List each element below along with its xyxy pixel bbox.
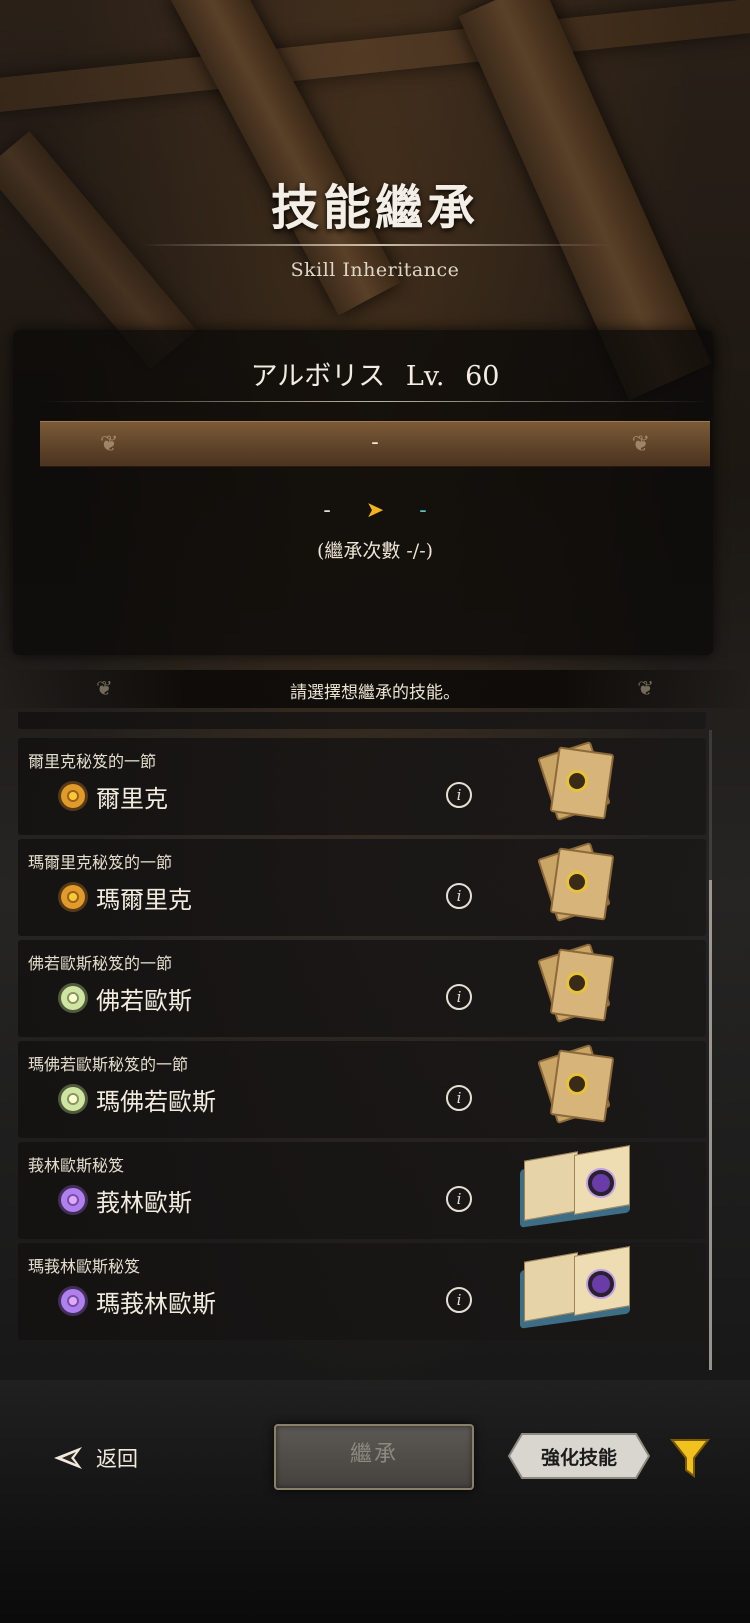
item-name: 瑪爾里克秘笈的一節 (28, 853, 173, 872)
item-name: 瑪佛若歐斯秘笈的一節 (28, 1055, 189, 1074)
back-arrow-icon (52, 1445, 86, 1471)
list-item[interactable]: 瑪莪林歐斯秘笈瑪莪林歐斯 i (18, 1243, 706, 1340)
panel-divider (40, 401, 710, 402)
info-icon[interactable]: i (446, 883, 472, 909)
list-item[interactable]: 瑪佛若歐斯秘笈的一節瑪佛若歐斯 i (18, 1041, 706, 1138)
skill-name: 爾里克 (96, 785, 168, 813)
arrow-right-icon: ➤ (365, 498, 385, 523)
background-beam (0, 0, 750, 116)
inherit-label: 繼承 (349, 1442, 398, 1467)
skill-list[interactable]: 爾里克秘笈的一節爾里克 i 瑪爾里克秘笈的一節瑪爾里克 i 佛若歐斯秘笈的一節佛若歐斯 i… (18, 712, 706, 1384)
info-icon[interactable]: i (446, 1287, 472, 1313)
back-label: 返回 (96, 1447, 138, 1471)
list-item[interactable]: 佛若歐斯秘笈的一節佛若歐斯 i (18, 940, 706, 1037)
skill-name: 瑪佛若歐斯 (96, 1088, 216, 1116)
skill-page-icon (537, 1043, 615, 1125)
list-item-partial[interactable] (18, 712, 706, 729)
list-item[interactable]: 瑪爾里克秘笈的一節瑪爾里克 i (18, 839, 706, 936)
list-item[interactable]: 爾里克秘笈的一節爾里克 i (18, 738, 706, 835)
background-floor (0, 1380, 750, 1623)
info-icon[interactable]: i (446, 782, 472, 808)
list-item[interactable]: 莪林歐斯秘笈莪林歐斯 i (18, 1142, 706, 1239)
filter-icon[interactable] (669, 1436, 711, 1480)
skill-element-icon (61, 1188, 85, 1212)
transfer-from: - (323, 498, 331, 523)
skill-name: 瑪莪林歐斯 (96, 1290, 216, 1318)
selected-skill-value: - (371, 430, 379, 455)
title-divider (140, 244, 610, 246)
skill-element-icon (61, 784, 85, 808)
skill-book-icon (516, 1246, 634, 1329)
skill-page-icon (537, 841, 615, 923)
skill-page-icon (537, 942, 615, 1024)
info-icon[interactable]: i (446, 984, 472, 1010)
skill-page-icon (537, 740, 615, 822)
item-name: 佛若歐斯秘笈的一節 (28, 954, 173, 973)
item-name: 莪林歐斯秘笈 (28, 1156, 125, 1175)
inherit-button[interactable]: 繼承 (274, 1424, 474, 1490)
level-label: Lv. (405, 361, 445, 392)
skill-element-icon (61, 986, 85, 1010)
inherit-count: (繼承次數 -/-) (316, 540, 434, 562)
enhance-skill-button[interactable]: 強化技能 (508, 1433, 650, 1479)
ornament-right-icon: ❦ (631, 432, 650, 457)
transfer-row: - ➤ - (0, 498, 750, 523)
scrollbar-thumb[interactable] (709, 880, 712, 1370)
skill-name: 莪林歐斯 (96, 1189, 192, 1217)
character-name: アルボリス (250, 361, 386, 392)
info-icon[interactable]: i (446, 1085, 472, 1111)
item-name: 瑪莪林歐斯秘笈 (28, 1257, 141, 1276)
item-name: 爾里克秘笈的一節 (28, 752, 157, 771)
ornament-right-icon: ❦ (637, 676, 654, 700)
back-button[interactable]: 返回 (52, 1443, 138, 1473)
page-subtitle: Skill Inheritance (290, 259, 460, 281)
skill-book-icon (516, 1145, 634, 1228)
skill-element-icon (61, 885, 85, 909)
page-title: 技能繼承 (270, 180, 479, 236)
enhance-skill-label: 強化技能 (540, 1447, 617, 1469)
skill-name: 佛若歐斯 (96, 987, 192, 1015)
skill-element-icon (61, 1087, 85, 1111)
info-icon[interactable]: i (446, 1186, 472, 1212)
hint-bar: ❦ 請選擇想繼承的技能。 ❦ (0, 670, 750, 708)
character-info: アルボリス Lv. 60 (0, 354, 750, 393)
skill-element-icon (61, 1289, 85, 1313)
selected-skill-bar: ❦ - ❦ (40, 421, 710, 467)
transfer-to: - (419, 498, 427, 523)
character-level: 60 (465, 361, 500, 392)
skill-name: 瑪爾里克 (96, 886, 192, 914)
